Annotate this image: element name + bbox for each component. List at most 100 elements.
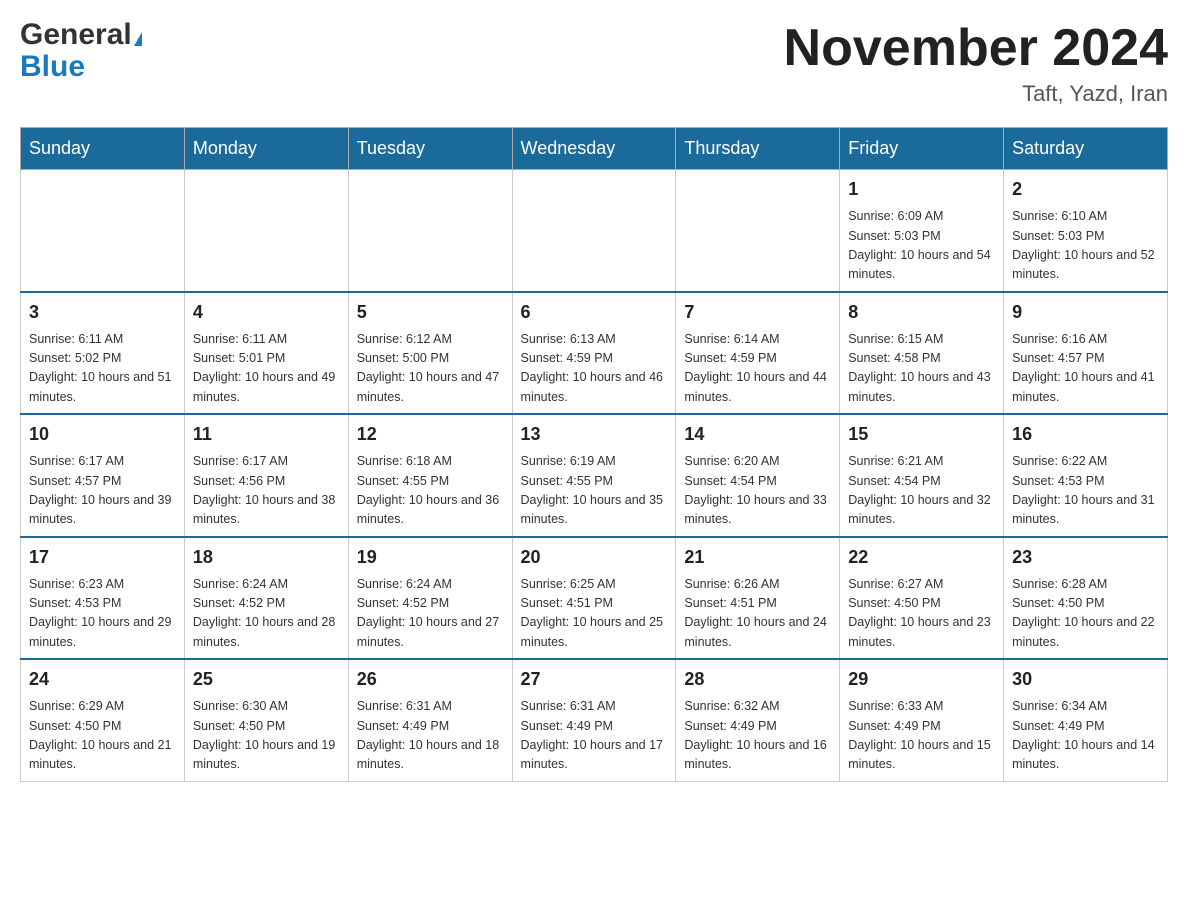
day-info: Sunrise: 6:09 AMSunset: 5:03 PMDaylight:… [848,207,995,285]
calendar-cell: 18 Sunrise: 6:24 AMSunset: 4:52 PMDayligh… [184,537,348,660]
day-info: Sunrise: 6:11 AMSunset: 5:02 PMDaylight:… [29,330,176,408]
calendar-header-monday: Monday [184,128,348,170]
day-number: 3 [29,299,176,326]
calendar-cell: 6 Sunrise: 6:13 AMSunset: 4:59 PMDaylight… [512,292,676,415]
calendar-cell: 22Sunrise: 6:27 AMSunset: 4:50 PMDayligh… [840,537,1004,660]
day-number: 4 [193,299,340,326]
calendar-cell: 19 Sunrise: 6:24 AMSunset: 4:52 PMDayligh… [348,537,512,660]
calendar-cell [184,170,348,292]
day-info: Sunrise: 6:17 AMSunset: 4:56 PMDaylight:… [193,452,340,530]
day-info: Sunrise: 6:30 AMSunset: 4:50 PMDaylight:… [193,697,340,775]
logo-blue-text: Blue [20,50,85,84]
calendar-header-sunday: Sunday [21,128,185,170]
day-info: Sunrise: 6:15 AMSunset: 4:58 PMDaylight:… [848,330,995,408]
calendar-cell: 28Sunrise: 6:32 AMSunset: 4:49 PMDayligh… [676,659,840,781]
day-number: 10 [29,421,176,448]
day-info: Sunrise: 6:13 AMSunset: 4:59 PMDaylight:… [521,330,668,408]
day-info: Sunrise: 6:16 AMSunset: 4:57 PMDaylight:… [1012,330,1159,408]
day-number: 17 [29,544,176,571]
calendar-cell: 27 Sunrise: 6:31 AMSunset: 4:49 PMDayligh… [512,659,676,781]
calendar-header-friday: Friday [840,128,1004,170]
day-info: Sunrise: 6:31 AMSunset: 4:49 PMDaylight:… [357,697,504,775]
logo-triangle-icon [134,32,142,46]
calendar-cell: 4Sunrise: 6:11 AMSunset: 5:01 PMDaylight… [184,292,348,415]
day-info: Sunrise: 6:24 AMSunset: 4:52 PMDaylight:… [193,575,340,653]
calendar-cell: 29Sunrise: 6:33 AMSunset: 4:49 PMDayligh… [840,659,1004,781]
calendar-cell [21,170,185,292]
calendar-cell: 26 Sunrise: 6:31 AMSunset: 4:49 PMDayligh… [348,659,512,781]
calendar-cell: 3 Sunrise: 6:11 AMSunset: 5:02 PMDaylight… [21,292,185,415]
day-info: Sunrise: 6:24 AMSunset: 4:52 PMDaylight:… [357,575,504,653]
day-number: 25 [193,666,340,693]
logo-general-text: General [20,20,132,50]
calendar-cell: 24 Sunrise: 6:29 AMSunset: 4:50 PMDayligh… [21,659,185,781]
calendar-week-4: 17 Sunrise: 6:23 AMSunset: 4:53 PMDayligh… [21,537,1168,660]
day-info: Sunrise: 6:21 AMSunset: 4:54 PMDaylight:… [848,452,995,530]
calendar-cell: 7 Sunrise: 6:14 AMSunset: 4:59 PMDaylight… [676,292,840,415]
day-number: 20 [521,544,668,571]
day-info: Sunrise: 6:18 AMSunset: 4:55 PMDaylight:… [357,452,504,530]
calendar-cell: 14Sunrise: 6:20 AMSunset: 4:54 PMDayligh… [676,414,840,537]
day-number: 8 [848,299,995,326]
logo: General Blue [20,20,142,84]
calendar-table: SundayMondayTuesdayWednesdayThursdayFrid… [20,127,1168,782]
day-info: Sunrise: 6:28 AMSunset: 4:50 PMDaylight:… [1012,575,1159,653]
day-number: 28 [684,666,831,693]
calendar-cell: 17 Sunrise: 6:23 AMSunset: 4:53 PMDayligh… [21,537,185,660]
calendar-cell: 1 Sunrise: 6:09 AMSunset: 5:03 PMDaylight… [840,170,1004,292]
calendar-week-3: 10 Sunrise: 6:17 AMSunset: 4:57 PMDayligh… [21,414,1168,537]
calendar-cell: 15Sunrise: 6:21 AMSunset: 4:54 PMDayligh… [840,414,1004,537]
day-number: 2 [1012,176,1159,203]
day-info: Sunrise: 6:34 AMSunset: 4:49 PMDaylight:… [1012,697,1159,775]
calendar-header-wednesday: Wednesday [512,128,676,170]
day-number: 11 [193,421,340,448]
day-number: 5 [357,299,504,326]
calendar-header-row: SundayMondayTuesdayWednesdayThursdayFrid… [21,128,1168,170]
calendar-cell [676,170,840,292]
day-info: Sunrise: 6:33 AMSunset: 4:49 PMDaylight:… [848,697,995,775]
calendar-header-saturday: Saturday [1004,128,1168,170]
day-info: Sunrise: 6:23 AMSunset: 4:53 PMDaylight:… [29,575,176,653]
day-info: Sunrise: 6:22 AMSunset: 4:53 PMDaylight:… [1012,452,1159,530]
calendar-cell: 23 Sunrise: 6:28 AMSunset: 4:50 PMDayligh… [1004,537,1168,660]
calendar-cell: 5Sunrise: 6:12 AMSunset: 5:00 PMDaylight… [348,292,512,415]
day-info: Sunrise: 6:29 AMSunset: 4:50 PMDaylight:… [29,697,176,775]
calendar-cell: 12 Sunrise: 6:18 AMSunset: 4:55 PMDayligh… [348,414,512,537]
day-number: 23 [1012,544,1159,571]
day-number: 9 [1012,299,1159,326]
day-number: 24 [29,666,176,693]
day-number: 18 [193,544,340,571]
calendar-cell: 16 Sunrise: 6:22 AMSunset: 4:53 PMDayligh… [1004,414,1168,537]
day-number: 13 [521,421,668,448]
calendar-cell [348,170,512,292]
calendar-cell: 20 Sunrise: 6:25 AMSunset: 4:51 PMDayligh… [512,537,676,660]
day-info: Sunrise: 6:19 AMSunset: 4:55 PMDaylight:… [521,452,668,530]
day-info: Sunrise: 6:20 AMSunset: 4:54 PMDaylight:… [684,452,831,530]
day-info: Sunrise: 6:26 AMSunset: 4:51 PMDaylight:… [684,575,831,653]
month-title: November 2024 [784,20,1168,77]
calendar-cell: 11 Sunrise: 6:17 AMSunset: 4:56 PMDayligh… [184,414,348,537]
day-number: 22 [848,544,995,571]
title-block: November 2024 Taft, Yazd, Iran [784,20,1168,107]
day-number: 27 [521,666,668,693]
day-number: 30 [1012,666,1159,693]
calendar-cell: 30 Sunrise: 6:34 AMSunset: 4:49 PMDayligh… [1004,659,1168,781]
calendar-cell: 25 Sunrise: 6:30 AMSunset: 4:50 PMDayligh… [184,659,348,781]
calendar-cell: 21Sunrise: 6:26 AMSunset: 4:51 PMDayligh… [676,537,840,660]
day-info: Sunrise: 6:14 AMSunset: 4:59 PMDaylight:… [684,330,831,408]
calendar-cell: 10 Sunrise: 6:17 AMSunset: 4:57 PMDayligh… [21,414,185,537]
day-number: 19 [357,544,504,571]
day-number: 1 [848,176,995,203]
day-number: 7 [684,299,831,326]
day-info: Sunrise: 6:31 AMSunset: 4:49 PMDaylight:… [521,697,668,775]
day-info: Sunrise: 6:17 AMSunset: 4:57 PMDaylight:… [29,452,176,530]
calendar-header-thursday: Thursday [676,128,840,170]
calendar-cell: 2Sunrise: 6:10 AMSunset: 5:03 PMDaylight… [1004,170,1168,292]
day-number: 16 [1012,421,1159,448]
calendar-cell: 13 Sunrise: 6:19 AMSunset: 4:55 PMDayligh… [512,414,676,537]
calendar-header-tuesday: Tuesday [348,128,512,170]
day-number: 12 [357,421,504,448]
day-info: Sunrise: 6:25 AMSunset: 4:51 PMDaylight:… [521,575,668,653]
day-number: 26 [357,666,504,693]
day-number: 6 [521,299,668,326]
